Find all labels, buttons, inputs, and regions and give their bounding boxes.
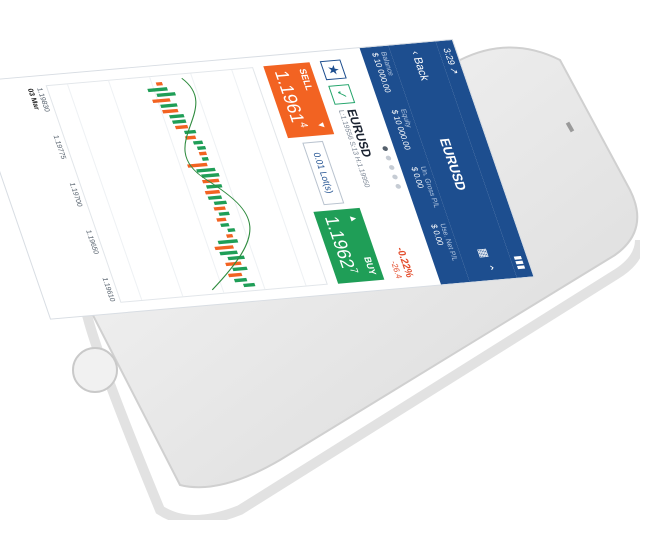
candle xyxy=(213,206,226,211)
candle xyxy=(171,119,187,124)
candle xyxy=(155,81,163,86)
caret-up-icon: ▲ xyxy=(347,213,361,224)
candle xyxy=(218,211,230,216)
candle xyxy=(232,266,248,272)
page-dot[interactable] xyxy=(388,164,395,170)
back-button[interactable]: ‹ Back xyxy=(408,51,430,82)
candle xyxy=(227,228,236,233)
candle xyxy=(216,217,227,222)
candle xyxy=(147,87,168,93)
candle xyxy=(183,129,197,135)
candle xyxy=(220,223,230,228)
buy-label: BUY xyxy=(361,256,379,276)
grid-line xyxy=(190,73,266,290)
candle xyxy=(201,157,209,161)
candle xyxy=(160,103,178,108)
chevron-up-icon[interactable]: ⌃ xyxy=(481,263,497,273)
chevron-left-icon: ‹ xyxy=(408,50,422,56)
page-dot[interactable] xyxy=(391,173,399,180)
candle xyxy=(152,98,171,104)
page-dot[interactable] xyxy=(384,154,392,161)
candle xyxy=(219,250,238,256)
candle xyxy=(217,239,239,245)
sell-price-pip: 4 xyxy=(296,121,310,129)
grid-line xyxy=(108,80,184,297)
candle xyxy=(233,277,248,283)
candle xyxy=(227,272,243,278)
buy-price-pip: 7 xyxy=(346,267,360,274)
candle xyxy=(243,282,256,288)
candle xyxy=(196,145,207,150)
check-icon[interactable]: ✓ xyxy=(328,84,356,105)
candle xyxy=(214,245,235,251)
candle xyxy=(162,108,179,114)
calculator-icon[interactable]: ▦ xyxy=(476,248,493,259)
candle xyxy=(192,140,204,145)
candle xyxy=(196,167,216,173)
grid-line xyxy=(66,84,143,300)
candle xyxy=(207,195,223,200)
candle xyxy=(226,233,234,238)
candle xyxy=(156,92,177,98)
candle xyxy=(227,255,245,261)
candle xyxy=(201,173,220,178)
star-icon[interactable]: ★ xyxy=(320,59,348,81)
candle xyxy=(204,189,221,195)
candle xyxy=(174,124,189,130)
battery-icon: ▮▮▮ xyxy=(513,254,529,270)
home-button[interactable] xyxy=(72,347,118,393)
back-label: Back xyxy=(410,56,431,82)
candle xyxy=(213,200,228,206)
candle xyxy=(169,113,185,119)
candle xyxy=(198,151,208,156)
page-dot[interactable] xyxy=(394,183,402,189)
caret-down-icon: ▼ xyxy=(314,120,329,130)
sell-label: SELL xyxy=(297,68,315,91)
app-screen: 3:29 ↗ ▮▮▮ ‹ Back EURUSD ▦ ⌃ Balance $ 10… xyxy=(0,40,534,319)
page-dot[interactable] xyxy=(381,145,389,151)
lot-size-input[interactable]: 0.01 Lot(s) xyxy=(302,140,345,206)
